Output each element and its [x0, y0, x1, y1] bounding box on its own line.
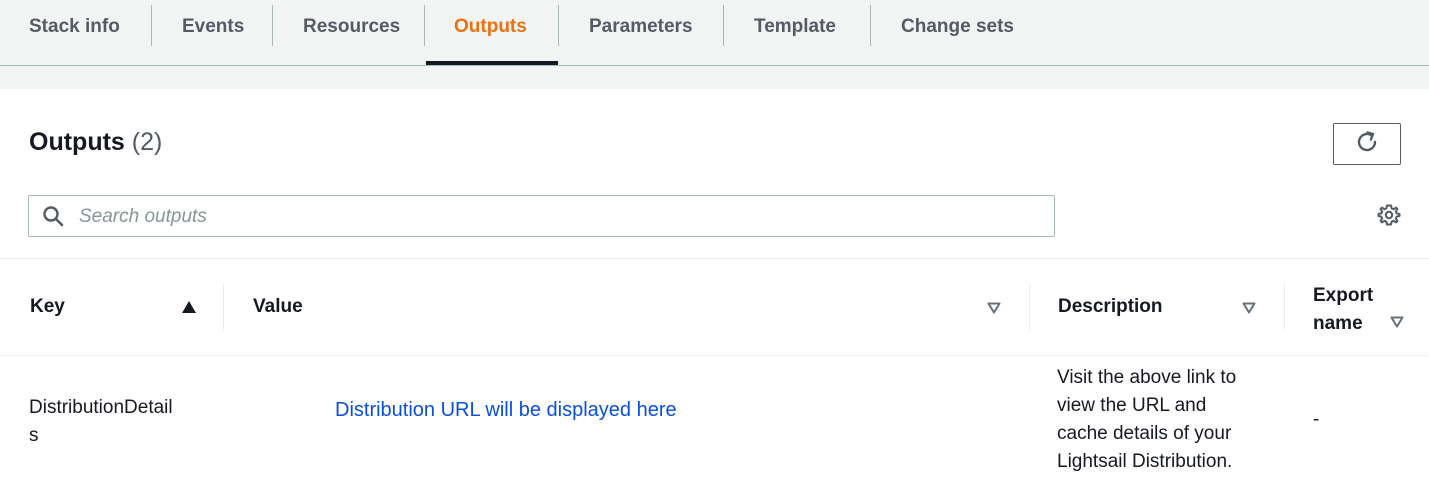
description-line: view the URL and	[1057, 395, 1207, 416]
column-header-description[interactable]: Description	[1058, 296, 1163, 318]
outputs-count: (2)	[131, 128, 163, 156]
sort-triangle-icon[interactable]	[987, 301, 1001, 319]
gear-icon[interactable]	[1377, 203, 1401, 232]
tab-content-gap	[0, 66, 1429, 89]
tab-divider	[424, 5, 425, 46]
output-description: Visit the above link to view the URL and…	[1057, 364, 1236, 476]
table-header-divider	[0, 355, 1429, 356]
description-line: cache details of your	[1057, 423, 1232, 444]
output-key: DistributionDetail s	[29, 394, 173, 450]
output-key-line1: DistributionDetail	[29, 397, 173, 418]
tab-divider	[870, 5, 871, 46]
tab-stack-info[interactable]: Stack info	[29, 0, 120, 53]
tab-template[interactable]: Template	[754, 0, 836, 53]
column-header-value[interactable]: Value	[253, 296, 303, 318]
description-line: Visit the above link to	[1057, 367, 1237, 388]
table-divider	[0, 258, 1429, 259]
refresh-icon	[1354, 129, 1380, 160]
tab-parameters[interactable]: Parameters	[589, 0, 693, 53]
output-key-line2: s	[29, 425, 39, 446]
tab-divider	[151, 5, 152, 46]
sort-ascending-icon[interactable]	[181, 300, 197, 319]
tab-change-sets[interactable]: Change sets	[901, 0, 1014, 53]
search-input[interactable]	[77, 198, 1041, 236]
output-export-name: -	[1313, 409, 1320, 430]
tab-outputs[interactable]: Outputs	[454, 0, 527, 53]
search-field[interactable]	[28, 195, 1055, 237]
sort-triangle-icon[interactable]	[1242, 301, 1256, 319]
sort-triangle-icon[interactable]	[1390, 315, 1404, 333]
active-tab-indicator	[426, 61, 558, 65]
tab-divider	[272, 5, 273, 46]
column-divider	[1284, 284, 1285, 331]
output-value-link[interactable]: Distribution URL will be displayed here	[335, 396, 677, 424]
column-divider	[223, 284, 224, 331]
column-header-export-name[interactable]: Export name	[1313, 282, 1373, 338]
tab-resources[interactable]: Resources	[303, 0, 400, 53]
search-icon	[42, 205, 64, 232]
tab-events[interactable]: Events	[182, 0, 244, 53]
tab-bar: Stack info Events Resources Outputs Para…	[0, 0, 1429, 66]
column-header-key[interactable]: Key	[30, 296, 65, 318]
tab-divider	[723, 5, 724, 46]
export-header-line1: Export	[1313, 285, 1374, 306]
export-header-line2: name	[1313, 313, 1363, 334]
page-title: Outputs (2)	[29, 128, 162, 157]
refresh-button[interactable]	[1333, 123, 1401, 165]
column-divider	[1029, 284, 1030, 331]
description-line: Lightsail Distribution.	[1057, 451, 1233, 472]
outputs-title-text: Outputs	[29, 128, 125, 156]
tab-divider	[558, 5, 559, 46]
